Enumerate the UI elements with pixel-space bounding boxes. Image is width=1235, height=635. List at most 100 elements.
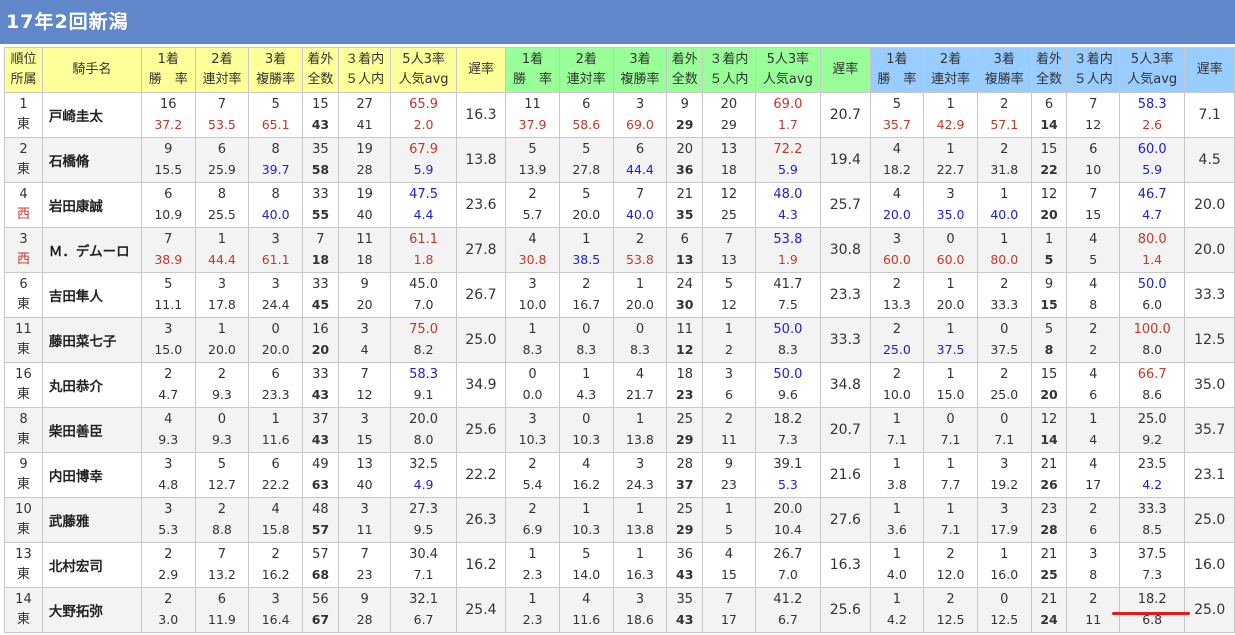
cell-value: 29 <box>676 432 694 447</box>
stat-cell: 7 38.9 <box>140 227 196 273</box>
cell-value: 7 <box>635 187 645 202</box>
table-row: 13 東北村宏司 2 2.9 7 13.2 2 16.2 57 68 7 23 30.4 7.1 16.2 1… <box>4 542 1235 588</box>
stat-cell: 5 14.0 <box>558 542 614 588</box>
cell-value: 58.3 <box>1137 97 1167 112</box>
stat-cell: 66.7 8.6 <box>1119 362 1186 408</box>
stat-cell: 2 25.0 <box>976 362 1032 408</box>
cell-value: 29 <box>676 522 694 537</box>
jockey-name-cell[interactable]: 大野拓弥 <box>41 587 142 633</box>
cell-value: 6 <box>1044 97 1054 112</box>
stat-cell: 11 37.9 <box>505 92 560 138</box>
cell-value: 67.9 <box>409 142 439 157</box>
cell-value: 18.6 <box>626 612 654 627</box>
header-col: 1着勝 率 <box>869 47 925 93</box>
stat-cell: 9 29 <box>666 92 704 138</box>
jockey-name-cell[interactable]: 北村宏司 <box>41 542 142 588</box>
stat-cell: 25.7 <box>820 182 871 228</box>
cell-value: 61.1 <box>261 252 290 267</box>
stat-cell: 34.8 <box>820 362 871 408</box>
cell-value: 1 <box>892 457 901 472</box>
cell-value: 複勝率 <box>984 72 1024 87</box>
stat-cell: 4 15 <box>702 542 756 588</box>
cell-value: 4 <box>1089 457 1098 472</box>
cell-value: 20 <box>1040 207 1058 222</box>
jockey-name-cell[interactable]: 藤田菜七子 <box>41 317 142 363</box>
cell-value: 1 <box>582 367 591 382</box>
cell-value: 21 <box>1040 592 1058 607</box>
stat-cell: 1 20.0 <box>194 317 250 363</box>
jockey-name-cell[interactable]: 石橋脩 <box>41 137 142 183</box>
stat-cell: 2 10.0 <box>869 362 925 408</box>
stat-cell: 23.3 <box>820 272 871 318</box>
cell-value: 100.0 <box>1133 322 1171 337</box>
cell-value: 21 <box>1040 457 1058 472</box>
cell-value: 45.0 <box>409 277 439 292</box>
cell-value: 13 <box>720 142 738 157</box>
stat-cell: 25.4 <box>505 452 560 498</box>
cell-value: 6 <box>271 367 280 382</box>
jockey-name-cell[interactable]: 柴田善臣 <box>41 407 142 453</box>
header-col: 遅率 <box>1184 47 1235 93</box>
cell-value: 5 <box>1089 252 1098 267</box>
cell-value: 40.0 <box>990 207 1019 222</box>
jockey-name-cell[interactable]: 丸田恭介 <box>41 362 142 408</box>
stat-cell: 13.8 <box>455 137 507 183</box>
stat-cell: 0 12.5 <box>976 587 1032 633</box>
table-row: 6 東吉田隼人 5 11.1 3 17.8 3 24.4 33 45 9 20 45.0 7.0 26.7 3… <box>4 272 1235 318</box>
cell-value: 5 <box>528 142 537 157</box>
cell-value: 4 <box>1089 367 1098 382</box>
stat-cell: 67.9 5.9 <box>390 137 457 183</box>
stat-cell: 4.5 <box>1184 137 1235 183</box>
cell-value: 4 <box>635 367 645 382</box>
stat-cell: 25.0 <box>1184 587 1235 633</box>
cell-value: 39.7 <box>261 162 290 177</box>
stat-cell: 1 37.5 <box>923 317 978 363</box>
stat-cell: 2 31.8 <box>976 137 1032 183</box>
jockey-name-cell[interactable]: 吉田隼人 <box>41 272 142 318</box>
cell-value: 37 <box>676 477 694 492</box>
cell-value: 20 <box>1040 387 1058 402</box>
cell-value: 6 <box>19 277 28 292</box>
cell-value: 0 <box>946 232 955 247</box>
cell-value: 33 <box>312 367 329 382</box>
cell-value: 15.0 <box>936 387 965 402</box>
jockey-name-cell[interactable]: 内田博幸 <box>41 452 142 498</box>
cell-value: 8.3 <box>576 342 597 357</box>
cell-value: 18 <box>720 162 737 177</box>
cell-value: 15.5 <box>154 162 183 177</box>
cell-value: 連対率 <box>202 72 242 87</box>
cell-value: 3 <box>271 277 280 292</box>
cell-value: 6 <box>1089 142 1098 157</box>
stat-cell: 23 28 <box>1030 497 1068 543</box>
cell-value: 13.2 <box>208 567 236 582</box>
cell-value: 2 <box>528 457 537 472</box>
cell-value: 1 <box>635 277 645 292</box>
cell-value: 43 <box>676 567 694 582</box>
cell-value: 4 <box>724 547 734 562</box>
cell-value: 4.8 <box>158 477 179 492</box>
stat-cell: 12.5 <box>1184 317 1235 363</box>
stat-cell: 7 18 <box>302 227 339 273</box>
cell-value: 12.7 <box>208 477 236 492</box>
jockey-name-cell[interactable]: 武藤雅 <box>41 497 142 543</box>
jockey-name-cell[interactable]: 戸崎圭太 <box>41 92 142 138</box>
stat-cell: 0 8.3 <box>612 317 668 363</box>
stat-cell: 15 43 <box>302 92 339 138</box>
cell-value: 8 <box>271 187 280 202</box>
cell-value: 58.3 <box>409 367 439 382</box>
cell-value: 全数 <box>307 72 334 87</box>
cell-value: 18.2 <box>882 162 911 177</box>
stat-cell: 1 20.0 <box>612 272 668 318</box>
cell-value: 東 <box>16 387 30 402</box>
cell-value: 7.0 <box>777 567 798 582</box>
jockey-name-cell[interactable]: 岩田康誠 <box>41 182 142 228</box>
cell-value: 6 <box>1089 522 1098 537</box>
cell-value: 2 <box>528 187 537 202</box>
cell-value: 0 <box>1000 322 1009 337</box>
cell-value: 20.0 <box>626 297 654 312</box>
cell-value: 勝 率 <box>877 72 917 87</box>
jockey-name-cell[interactable]: Ｍ．デムーロ <box>41 227 142 273</box>
cell-value: 複勝率 <box>256 72 296 87</box>
cell-value: 16 <box>15 367 32 382</box>
cell-value: 24.3 <box>626 477 654 492</box>
